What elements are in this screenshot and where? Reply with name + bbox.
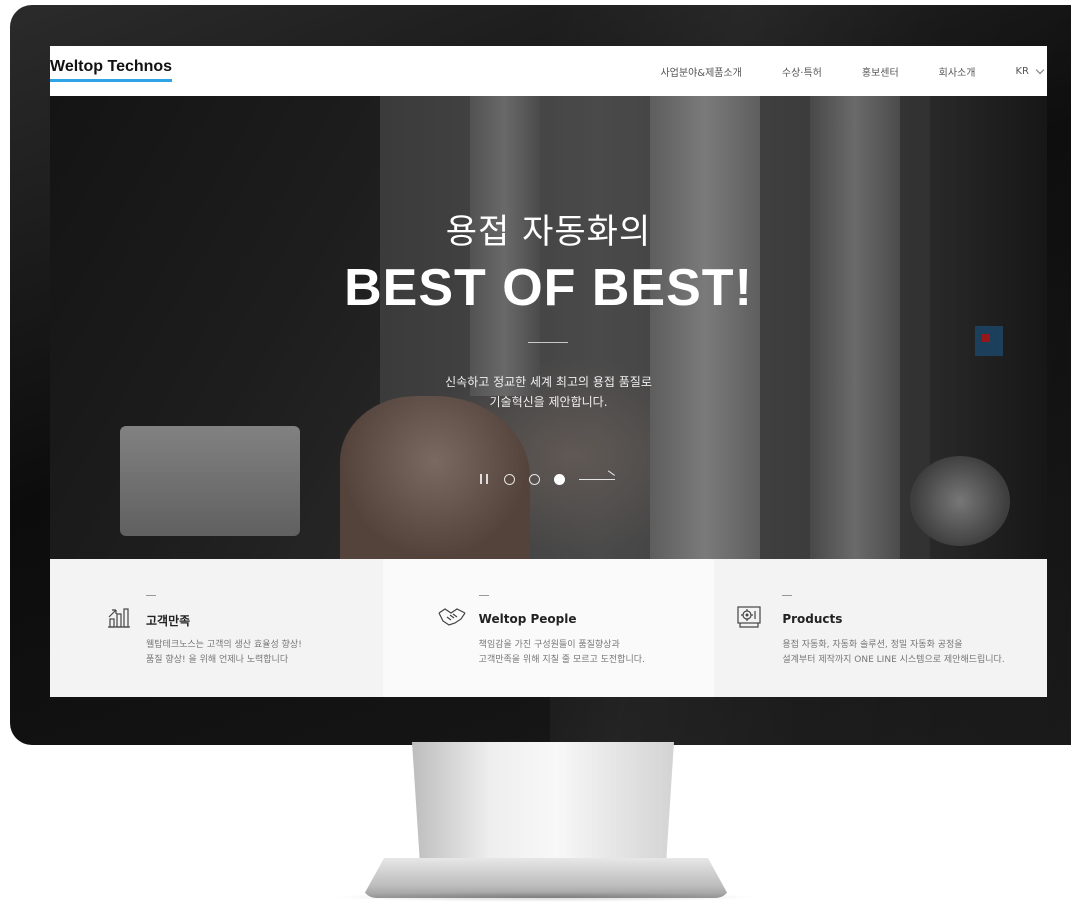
nav-item-company[interactable]: 회사소개 [939,64,976,79]
hero-divider [528,342,568,343]
hero-description: 신속하고 정교한 세계 최고의 용접 품질로 기술혁신을 제안합니다. [50,372,1047,412]
pause-icon[interactable] [480,474,488,484]
language-selector[interactable]: KR [1015,65,1045,77]
feature-customer-satisfaction: 고객만족 웰탑테크노스는 고객의 생산 효율성 향상! 품질 향상! 을 위해 … [50,559,383,697]
nav-item-business[interactable]: 사업분야&제품소개 [660,64,741,79]
main-nav: 사업분야&제품소개 수상·특허 홍보센터 회사소개 KR [660,46,1047,96]
feature-description: 용접 자동화, 자동화 솔루션, 정밀 자동화 공정을 설계부터 제작까지 ON… [782,638,1004,668]
feature-dash [146,595,156,596]
feature-title: Weltop People [478,612,577,626]
hero-dark-overlay [50,96,1047,559]
feature-description-line-2: 품질 향상! 을 위해 언제나 노력합니다 [146,655,289,665]
handshake-icon [438,608,466,626]
hero-description-line-2: 기술혁신을 제안합니다. [489,395,608,409]
nav-item-pr-center[interactable]: 홍보센터 [862,64,899,79]
hero-slider: 용접 자동화의 BEST OF BEST! 신속하고 정교한 세계 최고의 용접… [50,96,1047,559]
slide-dot-2[interactable] [529,473,540,485]
feature-description: 책임감을 가진 구성원들이 품질향상과 고객만족을 위해 지칠 줄 모르고 도전… [479,638,645,668]
feature-description-line-2: 고객만족을 위해 지칠 줄 모르고 도전합니다. [478,655,645,665]
monitor-screen: Weltop Technos 사업분야&제품소개 수상·특허 홍보센터 회사소개… [50,46,1047,697]
site-header: Weltop Technos 사업분야&제품소개 수상·특허 홍보센터 회사소개… [50,46,1047,96]
feature-description: 웰탑테크노스는 고객의 생산 효율성 향상! 품질 향상! 을 위해 언제나 노… [146,638,302,668]
language-label: KR [1015,65,1029,77]
feature-products: Products 용접 자동화, 자동화 솔루션, 정밀 자동화 공정을 설계부… [714,559,1047,697]
feature-dash [478,595,489,596]
feature-description-line-2: 설계부터 제작까지 ONE LINE 시스템으로 제안해드립니다. [782,655,1005,665]
next-arrow-icon[interactable] [579,478,615,480]
feature-weltop-people: Weltop People 책임감을 가진 구성원들이 품질향상과 고객만족을 … [382,559,715,697]
monitor-stand-shadow [330,892,760,902]
hero-title: BEST OF BEST! [344,259,753,317]
feature-title: 고객만족 [146,614,191,628]
feature-description-line-1: 책임감을 가진 구성원들이 품질향상과 [478,640,620,650]
logo[interactable]: Weltop Technos [50,58,173,82]
feature-dash [782,595,793,596]
hero-subtitle: 용접 자동화의 [445,212,652,252]
feature-description-line-1: 웰탑테크노스는 고객의 생산 효율성 향상! [146,640,302,650]
machine-gear-icon [737,606,761,628]
feature-bar: 고객만족 웰탑테크노스는 고객의 생산 효율성 향상! 품질 향상! 을 위해 … [50,559,1047,697]
hero-description-line-1: 신속하고 정교한 세계 최고의 용접 품질로 [445,375,652,389]
monitor-stand-neck [412,742,674,862]
slide-dot-1[interactable] [504,473,515,485]
slider-controls [480,470,620,488]
chevron-down-icon [1035,65,1045,74]
growth-chart-icon [108,608,130,628]
feature-title: Products [782,612,843,626]
nav-item-awards[interactable]: 수상·특허 [782,64,822,79]
slide-dot-3[interactable] [554,473,565,485]
feature-description-line-1: 용접 자동화, 자동화 솔루션, 정밀 자동화 공정을 [782,640,963,650]
